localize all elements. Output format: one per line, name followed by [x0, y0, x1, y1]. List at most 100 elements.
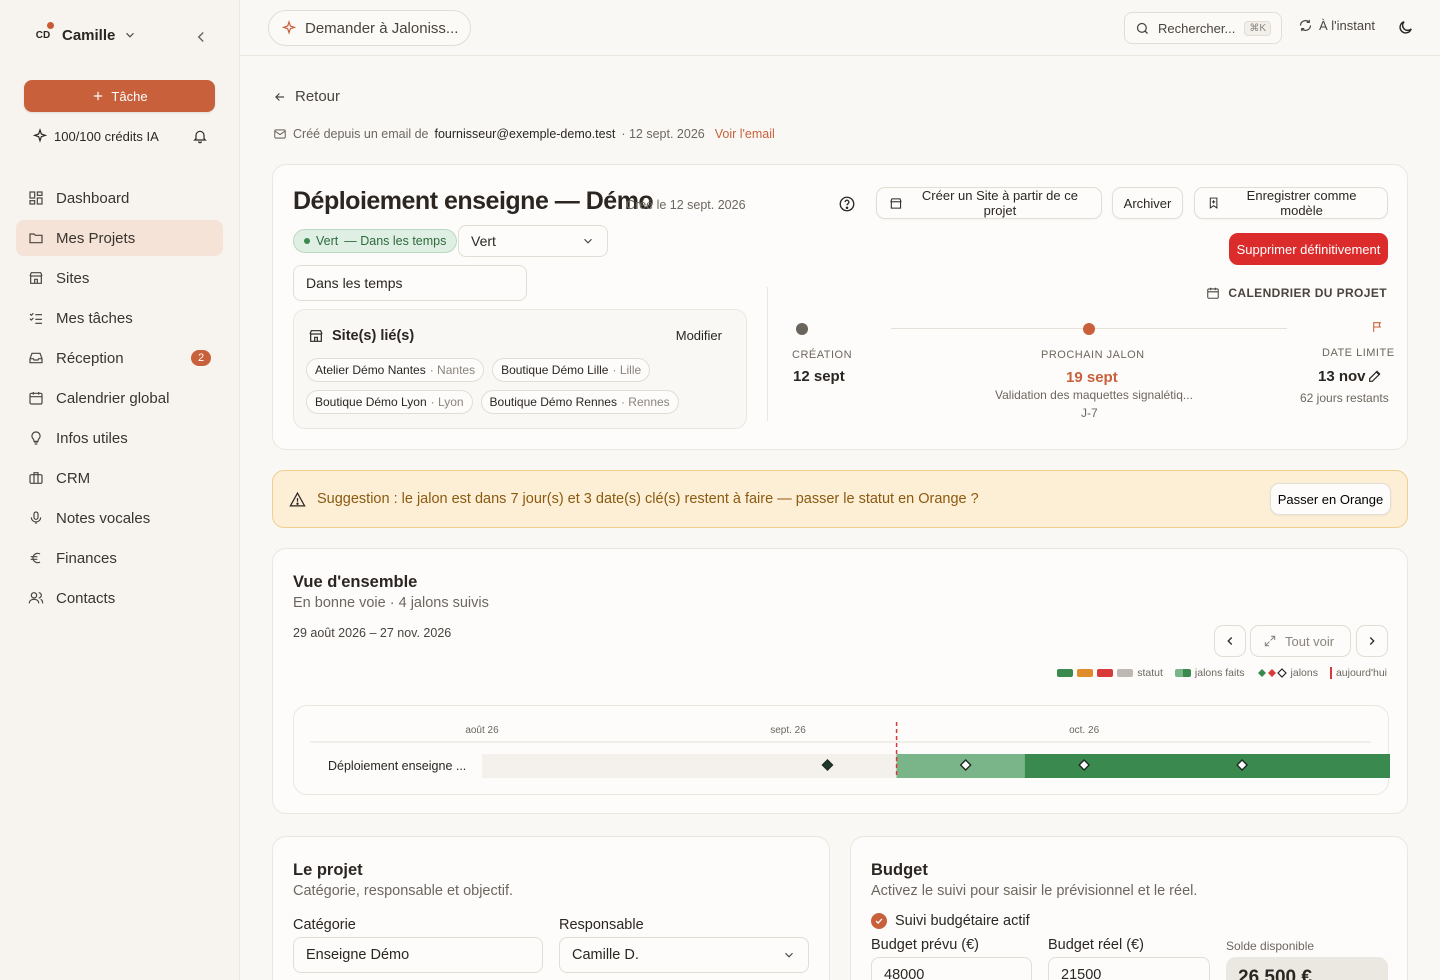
category-label: Catégorie — [293, 917, 356, 933]
status-badge-label: Vert — [316, 234, 339, 248]
sidebar-item-crm[interactable]: CRM — [16, 460, 223, 496]
site-chip[interactable]: Boutique Démo Rennes · Rennes — [480, 390, 679, 414]
planned-budget-label: Budget prévu (€) — [871, 937, 980, 953]
user-menu[interactable]: CD Camille — [32, 22, 137, 46]
budget-card: Budget Activez le suivi pour saisir le p… — [850, 836, 1408, 980]
owner-select[interactable]: Camille D. — [559, 937, 809, 973]
next-milestone-date[interactable]: 19 sept — [1066, 369, 1118, 386]
sparkle-icon — [32, 128, 48, 143]
sidebar-item-sites[interactable]: Sites — [16, 260, 223, 296]
delete-project-button[interactable]: Supprimer définitivement — [1229, 233, 1388, 265]
axis-tick-label: août 26 — [465, 725, 499, 736]
status-note-input[interactable]: Dans les temps — [293, 265, 527, 301]
project-created-date: Créé le 12 sept. 2026 — [626, 198, 746, 212]
site-chip[interactable]: Atelier Démo Nantes · Nantes — [306, 358, 485, 382]
bookmark-icon — [1209, 197, 1218, 209]
linked-sites-title: Site(s) lié(s) — [308, 328, 414, 344]
site-chip-list: Atelier Démo Nantes · Nantes Boutique Dém… — [306, 358, 726, 414]
sidebar-item-mes-projets[interactable]: Mes Projets — [16, 220, 223, 256]
warning-icon — [289, 491, 306, 507]
linked-sites-panel: Site(s) lié(s) Modifier Atelier Démo Nan… — [293, 309, 747, 429]
sidebar-item-reception[interactable]: Réception 2 — [16, 340, 223, 376]
plus-icon — [94, 91, 103, 101]
legend-status-label: statut — [1137, 667, 1163, 679]
view-email-link[interactable]: Voir l'email — [715, 127, 775, 141]
source-date: · 12 sept. 2026 — [621, 127, 705, 141]
checkbox-checked-icon — [871, 913, 887, 929]
legend-swatch-green — [1057, 669, 1074, 677]
back-label: Retour — [295, 88, 341, 105]
user-name: Camille — [62, 26, 116, 44]
sidebar-item-label: Dashboard — [56, 189, 130, 207]
actual-budget-input[interactable]: 21500 — [1048, 957, 1210, 980]
sidebar-item-dashboard[interactable]: Dashboard — [16, 180, 223, 216]
previous-period-button[interactable] — [1214, 625, 1246, 657]
legend-swatch-orange — [1077, 669, 1094, 677]
site-name: Boutique Démo Rennes — [489, 395, 617, 409]
sidebar-item-label: Mes Projets — [56, 229, 136, 247]
budget-tracking-toggle[interactable]: Suivi budgétaire actif — [871, 913, 1030, 929]
site-city: · Lille — [612, 363, 642, 377]
new-task-button[interactable]: Tâche — [24, 80, 215, 112]
legend-swatch-red — [1097, 669, 1114, 677]
edit-sites-button[interactable]: Modifier — [676, 328, 722, 343]
site-chip[interactable]: Boutique Démo Lyon · Lyon — [306, 390, 473, 414]
budget-tracking-label: Suivi budgétaire actif — [895, 913, 1030, 929]
create-site-label: Créer un Site à partir de ce projet — [921, 188, 1078, 218]
sidebar-item-label: Notes vocales — [56, 509, 151, 527]
collapse-sidebar-icon[interactable] — [192, 28, 210, 46]
status-select[interactable]: Vert — [458, 225, 608, 257]
sidebar-item-contacts[interactable]: Contacts — [16, 580, 223, 616]
moon-icon[interactable] — [1397, 19, 1414, 36]
bell-icon[interactable] — [192, 128, 208, 144]
expand-icon — [1264, 635, 1276, 647]
back-link[interactable]: Retour — [273, 88, 340, 105]
sparkle-icon — [281, 20, 297, 35]
sidebar: CD Camille Tâche 100/100 crédits IA Dash… — [0, 0, 240, 980]
sidebar-item-infos-utiles[interactable]: Infos utiles — [16, 420, 223, 456]
sync-status[interactable]: À l'instant — [1298, 18, 1375, 33]
sidebar-item-label: Sites — [56, 269, 90, 287]
next-period-button[interactable] — [1356, 625, 1388, 657]
project-calendar-label: CALENDRIER DU PROJET — [1228, 286, 1387, 300]
next-milestone-description: Validation des maquettes signalétiq... — [995, 388, 1193, 402]
sidebar-item-finances[interactable]: Finances — [16, 540, 223, 576]
site-chip[interactable]: Boutique Démo Lille · Lille — [492, 358, 651, 382]
pencil-icon[interactable] — [1367, 368, 1383, 384]
euro-icon — [30, 552, 41, 564]
help-icon[interactable] — [838, 195, 856, 213]
archive-button[interactable]: Archiver — [1112, 187, 1183, 219]
legend-done-label: jalons faits — [1194, 667, 1245, 679]
next-milestone-dot — [1083, 323, 1095, 335]
planned-budget-input[interactable]: 48000 — [871, 957, 1032, 980]
status-suggestion-banner: Suggestion : le jalon est dans 7 jour(s)… — [272, 470, 1408, 528]
actual-budget-value: 21500 — [1061, 967, 1102, 980]
creation-date: 12 sept — [793, 368, 845, 385]
save-template-button[interactable]: Enregistrer comme modèle — [1194, 187, 1388, 219]
see-all-button[interactable]: Tout voir — [1250, 625, 1351, 657]
category-field[interactable]: Enseigne Démo — [293, 937, 543, 973]
balance-label: Solde disponible — [1226, 939, 1315, 953]
sidebar-item-mes-taches[interactable]: Mes tâches — [16, 300, 223, 336]
ai-credits: 100/100 crédits IA — [32, 128, 208, 144]
status-select-value: Vert — [471, 233, 496, 249]
status-badge-note: — Dans les temps — [344, 234, 447, 248]
sidebar-item-notes-vocales[interactable]: Notes vocales — [16, 500, 223, 536]
project-details-subtitle: Catégorie, responsable et objectif. — [293, 883, 514, 899]
gantt-legend: statut jalons faits jalons aujourd'hui — [1057, 667, 1387, 679]
chevron-down-icon — [584, 238, 592, 244]
search-input[interactable]: Rechercher... ⌘K — [1124, 12, 1282, 44]
sidebar-item-calendrier-global[interactable]: Calendrier global — [16, 380, 223, 416]
ask-ai-button[interactable]: Demander à Jaloniss... — [268, 10, 472, 46]
ai-credits-label: 100/100 crédits IA — [54, 128, 159, 144]
sidebar-nav: Dashboard Mes Projets Sites Mes tâches R… — [16, 180, 223, 620]
dashboard-icon — [29, 191, 43, 205]
notification-dot — [47, 22, 54, 29]
legend-today-label: aujourd'hui — [1335, 667, 1387, 679]
project-calendar-link[interactable]: CALENDRIER DU PROJET — [1206, 286, 1387, 300]
archive-label: Archiver — [1123, 195, 1172, 211]
create-site-button[interactable]: Créer un Site à partir de ce projet — [876, 187, 1102, 219]
search-icon — [1136, 22, 1148, 34]
switch-orange-button[interactable]: Passer en Orange — [1270, 483, 1391, 515]
sidebar-item-label: Contacts — [56, 589, 116, 607]
